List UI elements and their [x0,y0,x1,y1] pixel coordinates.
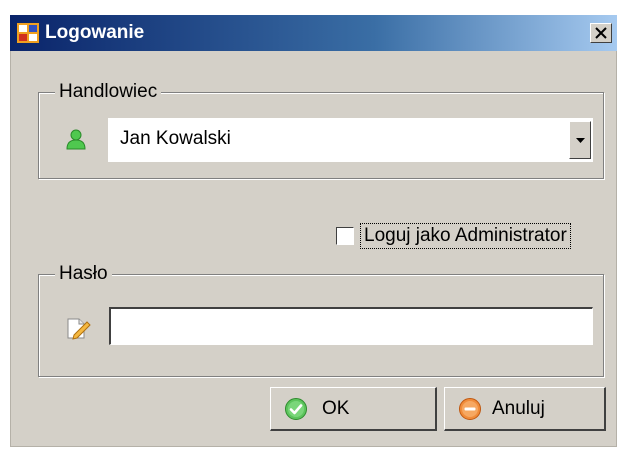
salesperson-select[interactable]: Jan Kowalski [108,118,593,162]
check-icon [285,397,307,420]
user-icon [66,129,86,150]
salesperson-selected-value: Jan Kowalski [120,128,231,149]
admin-checkbox-label[interactable]: Loguj jako Administrator [360,223,571,249]
cancel-button[interactable]: Anuluj [444,387,606,431]
password-group-label: Hasło [55,263,112,285]
password-input[interactable] [109,307,593,345]
close-button[interactable] [590,23,612,43]
ok-button-label: OK [322,397,350,419]
app-icon [17,23,39,43]
window-title: Logowanie [45,22,145,43]
dropdown-button[interactable] [569,121,591,159]
close-icon [595,27,607,39]
chevron-down-icon [575,137,585,143]
admin-checkbox[interactable] [336,227,354,245]
minus-circle-icon [459,397,481,420]
cancel-button-label: Anuluj [492,397,545,419]
login-dialog: Logowanie Handlowiec Jan Kowalski Loguj … [10,15,617,447]
salesperson-group-label: Handlowiec [55,81,162,103]
pencil-note-icon [67,318,91,340]
ok-button[interactable]: OK [270,387,437,431]
title-bar[interactable]: Logowanie [10,15,617,51]
